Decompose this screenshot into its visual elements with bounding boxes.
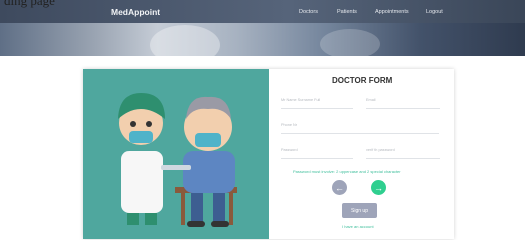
signup-button[interactable]: Sign up [342,203,377,218]
doctor-patient-illustration [83,69,269,239]
full-name-field[interactable]: Mr Name Surname Full [281,96,353,109]
confirm-password-field[interactable]: verif th password [366,146,440,159]
next-arrow-button[interactable]: → [371,180,386,195]
hero-highlight [150,25,220,65]
nav-doctors[interactable]: Doctors [299,9,318,15]
phone-field[interactable]: Phone Nr [281,121,439,134]
have-account-link[interactable]: I have an account [342,224,374,229]
phone-placeholder: Phone Nr [281,123,298,127]
nav-appointments[interactable]: Appointments [375,9,409,15]
arrow-right-icon: → [374,182,383,193]
email-placeholder: Email [366,98,376,102]
top-navbar [0,0,525,23]
arrow-left-icon: ← [335,182,344,193]
hero-banner [0,23,525,65]
nav-logout[interactable]: Logout [426,9,443,15]
password-placeholder: Password [281,148,298,152]
page-heading-fragment: ding page [4,0,55,8]
brand-logo[interactable]: MedAppoint [111,7,160,17]
password-hint: Password must involve: 2 uppercase and 2… [293,169,401,174]
full-name-placeholder: Mr Name Surname Full [281,98,321,102]
email-field[interactable]: Email [366,96,440,109]
password-field[interactable]: Password [281,146,353,159]
nav-patients[interactable]: Patients [337,9,357,15]
hero-hand-shape [320,29,380,59]
back-arrow-button[interactable]: ← [332,180,347,195]
confirm-password-placeholder: verif th password [366,148,395,152]
form-title: DOCTOR FORM [332,76,393,85]
illustration-graphic [118,93,237,227]
